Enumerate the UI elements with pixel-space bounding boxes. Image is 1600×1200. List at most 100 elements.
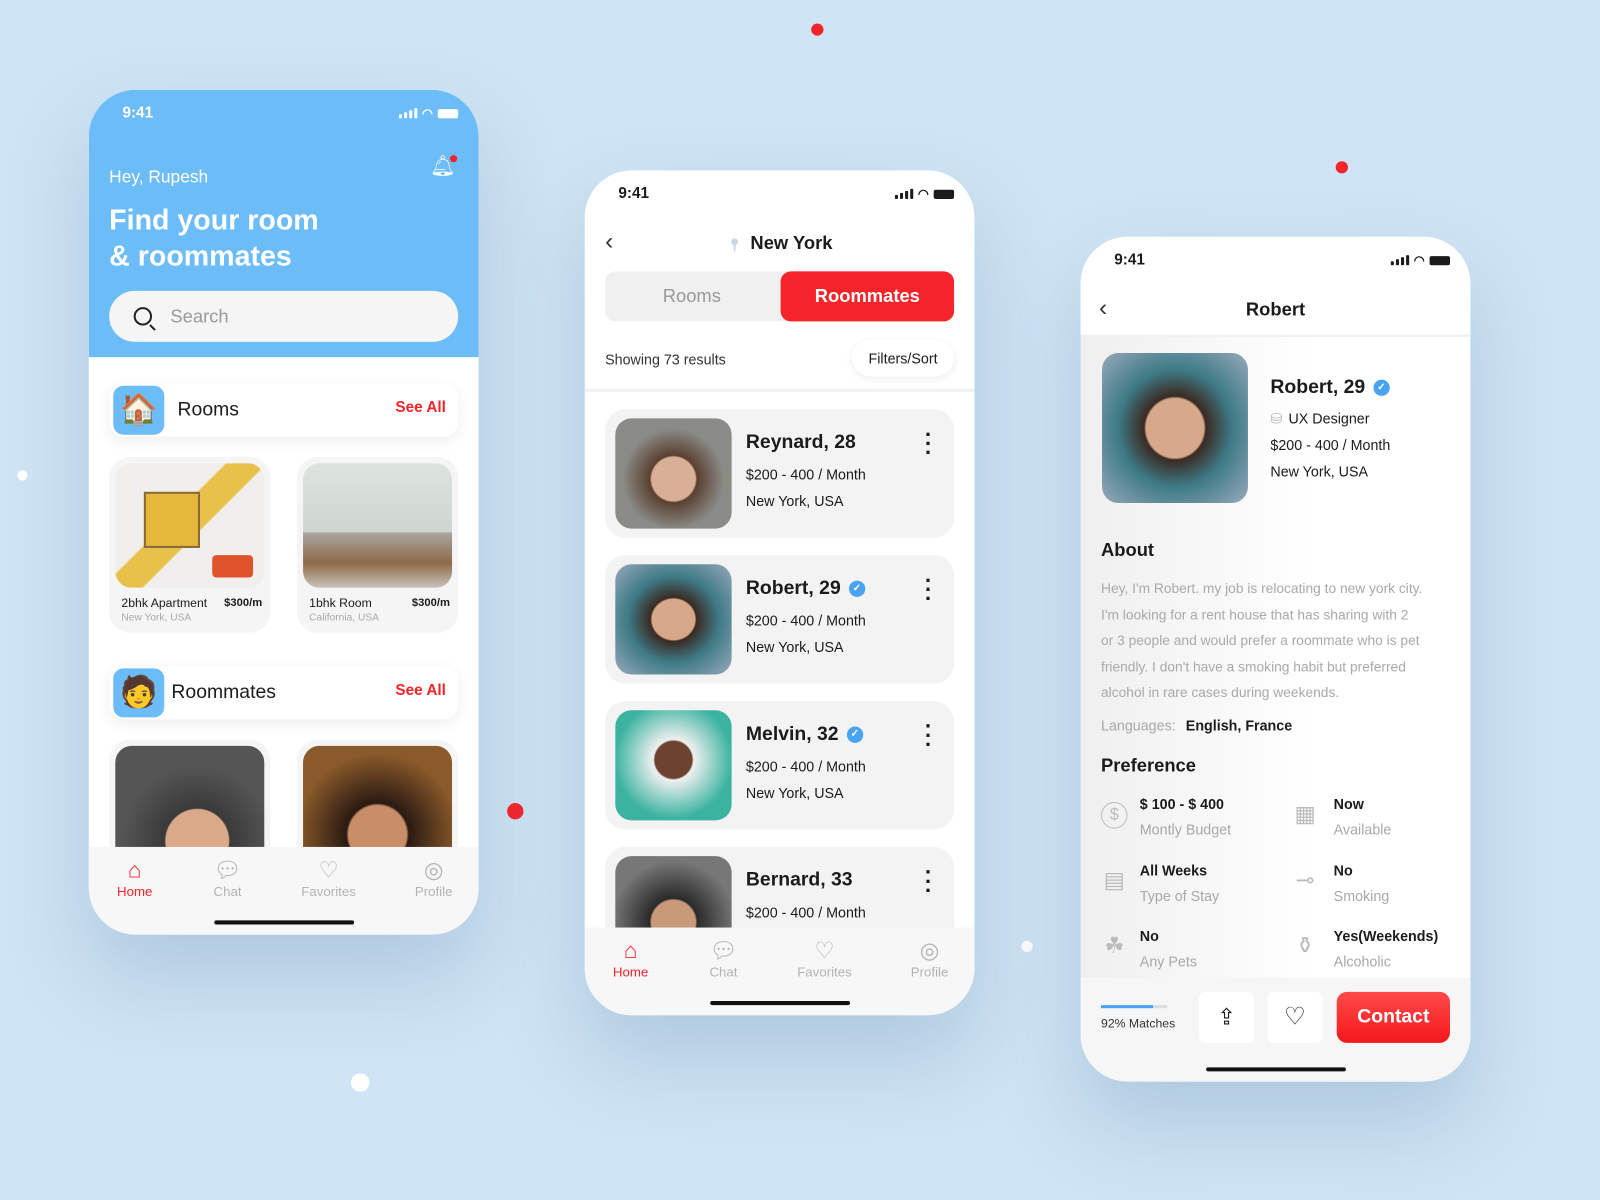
more-options-icon[interactable]: · · · bbox=[923, 569, 933, 610]
roommate-list-item[interactable]: Melvin, 32 ✓ $200 - 400 / Month New York,… bbox=[605, 701, 955, 830]
status-time: 9:41 bbox=[122, 104, 154, 122]
room-card[interactable]: 1bhk Room $300/m California, USA bbox=[296, 457, 459, 633]
heart-icon: ♡ bbox=[318, 857, 339, 883]
decor-dot bbox=[811, 23, 824, 36]
home-indicator bbox=[1206, 1067, 1346, 1072]
results-count: Showing 73 results bbox=[605, 351, 726, 368]
nav-favorites[interactable]: ♡ Favorites bbox=[288, 857, 370, 899]
nav-home[interactable]: ⌂ Home bbox=[590, 938, 672, 980]
roommate-price: $200 - 400 / Month bbox=[745, 904, 866, 921]
heart-icon: ♡ bbox=[814, 937, 835, 964]
preference-title: Preference bbox=[1101, 755, 1196, 776]
favorite-button[interactable]: ♡ bbox=[1267, 991, 1323, 1043]
profile-job: ⛁ UX Designer bbox=[1270, 410, 1370, 427]
verified-icon: ✓ bbox=[846, 726, 864, 743]
room-card[interactable]: 2bhk Apartment $300/m New York, USA bbox=[109, 457, 271, 633]
home-screen: 9:41 ◠ Hey, Rupesh 🔔︎ Find your room & ro… bbox=[88, 89, 479, 935]
paw-icon: ☘ bbox=[1104, 932, 1125, 959]
header-title: Robert bbox=[1245, 298, 1306, 320]
home-icon: ⌂ bbox=[623, 937, 638, 964]
briefcase-icon: ⛁ bbox=[1270, 410, 1283, 427]
room-photo bbox=[303, 463, 453, 588]
nav-favorites[interactable]: ♡ Favorites bbox=[784, 938, 866, 980]
tab-roommates[interactable]: Roommates bbox=[780, 271, 955, 322]
roommate-name: Reynard, 28 bbox=[745, 431, 856, 454]
home-icon: ⌂ bbox=[127, 857, 142, 883]
decor-dot bbox=[351, 1073, 370, 1092]
more-options-icon[interactable]: · · · bbox=[923, 715, 933, 756]
nav-profile[interactable]: ◎ Profile bbox=[393, 857, 475, 899]
about-text: Hey, I'm Robert. my job is relocating to… bbox=[1101, 580, 1423, 701]
profile-icon: ◎ bbox=[423, 857, 444, 883]
segmented-tabs: Rooms Roommates bbox=[605, 271, 955, 322]
page-title: Find your room & roommates bbox=[109, 204, 319, 272]
languages: Languages: English, France bbox=[1101, 717, 1293, 734]
match-progress bbox=[1101, 1005, 1168, 1009]
search-icon bbox=[133, 307, 156, 331]
dollar-icon: $ bbox=[1101, 802, 1128, 829]
roommate-price: $200 - 400 / Month bbox=[745, 466, 866, 483]
section-title: Rooms bbox=[177, 398, 239, 421]
more-options-icon[interactable]: · · · bbox=[923, 423, 933, 464]
filters-sort-button[interactable]: Filters/Sort bbox=[852, 339, 955, 377]
roommate-location: New York, USA bbox=[745, 638, 844, 656]
status-icons: ◠ bbox=[894, 187, 955, 201]
bottom-nav: ⌂ Home 💬︎ Chat ♡ Favorites ◎ Profile bbox=[88, 846, 479, 935]
match-label: 92% Matches bbox=[1101, 1016, 1176, 1031]
heart-icon: ♡ bbox=[1283, 1003, 1306, 1031]
profile-screen: 9:41 ◠ ‹ Robert Robert, 29 ✓ ⛁ UX Designer… bbox=[1080, 236, 1471, 1082]
home-indicator bbox=[710, 1001, 850, 1006]
share-button[interactable]: ⇪ bbox=[1198, 991, 1255, 1043]
roommate-name: Robert, 29 ✓ bbox=[746, 578, 866, 600]
bottom-nav: ⌂ Home 💬︎ Chat ♡ Favorites ◎ Profile bbox=[584, 927, 975, 1016]
chat-icon: 💬︎ bbox=[213, 857, 242, 883]
roommate-list-item[interactable]: Reynard, 28 $200 - 400 / Month New York,… bbox=[605, 409, 955, 538]
action-bar: 92% Matches ⇪ ♡ Contact bbox=[1080, 977, 1471, 1082]
status-icons: ◠ bbox=[398, 106, 459, 120]
room-photo bbox=[115, 463, 265, 588]
tab-rooms[interactable]: Rooms bbox=[605, 286, 778, 307]
profile-location: New York, USA bbox=[1270, 463, 1369, 480]
status-time: 9:41 bbox=[1114, 251, 1145, 269]
see-all-rooms-link[interactable]: See All bbox=[395, 399, 445, 416]
roommate-photo bbox=[615, 418, 732, 529]
roommate-photo bbox=[615, 710, 732, 821]
cigarette-icon: ⊸ bbox=[1295, 866, 1315, 893]
roommate-list-item[interactable]: Robert, 29 ✓ $200 - 400 / Month New York,… bbox=[605, 555, 955, 684]
profile-icon: ◎ bbox=[919, 937, 940, 964]
pin-icon: 📍︎ bbox=[726, 237, 743, 253]
status-time: 9:41 bbox=[618, 184, 650, 203]
roommate-price: $200 - 400 / Month bbox=[745, 758, 866, 775]
location-label: 📍︎ New York bbox=[726, 232, 833, 254]
roommate-avatar-icon: 🧑 bbox=[113, 668, 165, 718]
calendar-icon: ▦ bbox=[1294, 801, 1316, 827]
section-title: Roommates bbox=[171, 681, 276, 704]
see-all-roommates-link[interactable]: See All bbox=[395, 682, 445, 699]
roommate-photo bbox=[615, 564, 732, 675]
decor-dot bbox=[1335, 161, 1348, 174]
calendar-list-icon: ▤ bbox=[1103, 866, 1125, 893]
chat-icon: 💬︎ bbox=[709, 937, 738, 964]
nav-chat[interactable]: 💬︎ Chat bbox=[683, 938, 765, 980]
verified-icon: ✓ bbox=[1373, 379, 1390, 396]
verified-icon: ✓ bbox=[848, 580, 866, 597]
decor-dot bbox=[1021, 940, 1033, 953]
contact-button[interactable]: Contact bbox=[1336, 991, 1450, 1043]
roommate-location: New York, USA bbox=[745, 784, 844, 802]
about-title: About bbox=[1101, 539, 1155, 561]
roommates-section-header: 🧑 Roommates See All bbox=[109, 666, 459, 720]
house-icon: 🏠 bbox=[113, 385, 165, 435]
profile-photo bbox=[1102, 353, 1248, 504]
search-input[interactable]: Search bbox=[109, 290, 459, 342]
bottle-icon: ⚱ bbox=[1295, 932, 1315, 959]
nav-home[interactable]: ⌂ Home bbox=[94, 857, 176, 899]
share-icon: ⇪ bbox=[1217, 1004, 1236, 1030]
profile-name: Robert, 29 ✓ bbox=[1270, 377, 1390, 399]
nav-chat[interactable]: 💬︎ Chat bbox=[187, 857, 269, 899]
nav-profile[interactable]: ◎ Profile bbox=[889, 938, 971, 980]
more-options-icon[interactable]: · · · bbox=[923, 861, 933, 902]
profile-price: $200 - 400 / Month bbox=[1270, 436, 1391, 454]
bell-icon[interactable]: 🔔︎ bbox=[430, 153, 458, 179]
roommate-price: $200 - 400 / Month bbox=[745, 612, 866, 629]
roommate-location: New York, USA bbox=[745, 492, 844, 510]
